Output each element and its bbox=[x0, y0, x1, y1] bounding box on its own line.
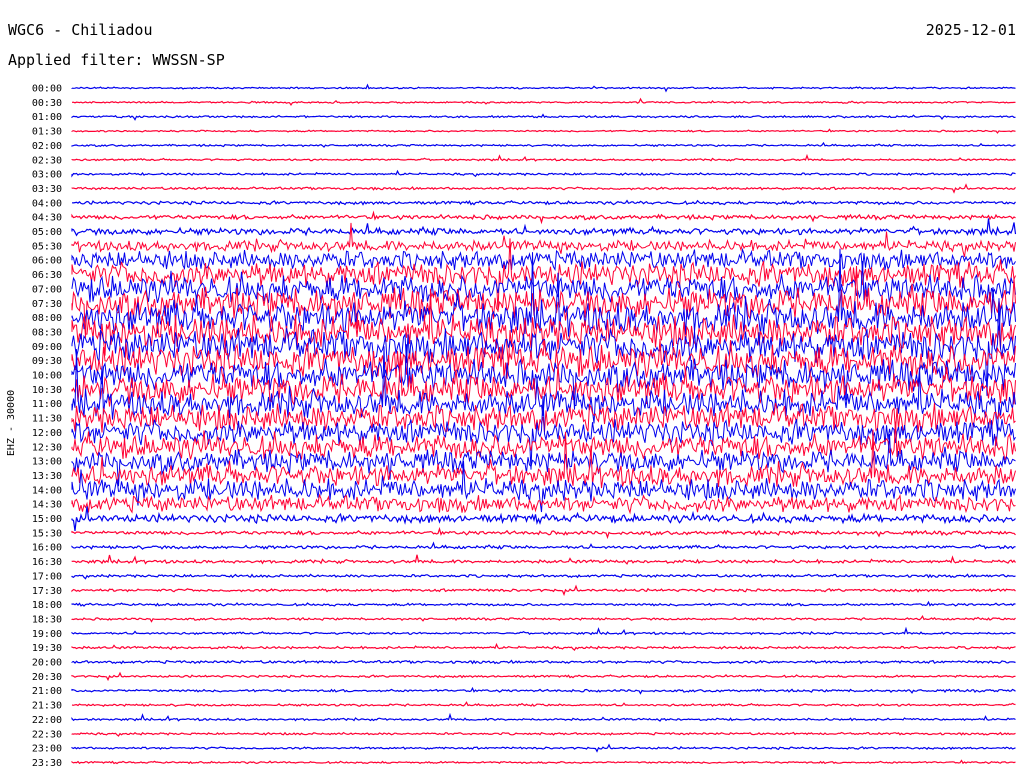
row-label-1700: 17:00 bbox=[32, 571, 62, 582]
trace-row-2100 bbox=[71, 686, 1016, 695]
row-label-0830: 08:30 bbox=[32, 327, 62, 338]
trace-row-0100 bbox=[71, 113, 1016, 121]
row-label-1500: 15:00 bbox=[32, 514, 62, 525]
row-label-0230: 02:30 bbox=[32, 155, 62, 166]
trace-row-1900 bbox=[71, 626, 1016, 636]
row-label-0900: 09:00 bbox=[32, 342, 62, 353]
row-label-1630: 16:30 bbox=[32, 557, 62, 568]
trace-row-0130 bbox=[71, 128, 1016, 134]
trace-row-1530 bbox=[71, 526, 1016, 540]
trace-row-1330 bbox=[71, 429, 1016, 489]
row-label-0030: 00:30 bbox=[32, 98, 62, 109]
trace-row-1700 bbox=[71, 573, 1016, 580]
row-label-0100: 01:00 bbox=[32, 112, 62, 123]
row-label-1830: 18:30 bbox=[32, 614, 62, 625]
trace-row-1500 bbox=[71, 506, 1016, 531]
row-label-1100: 11:00 bbox=[32, 399, 62, 410]
row-label-2330: 23:30 bbox=[32, 758, 62, 769]
row-label-1400: 14:00 bbox=[32, 485, 62, 496]
row-label-0500: 05:00 bbox=[32, 227, 62, 238]
trace-row-2300 bbox=[71, 743, 1016, 753]
trace-row-1830 bbox=[71, 614, 1016, 623]
row-label-0600: 06:00 bbox=[32, 256, 62, 267]
row-label-0000: 00:00 bbox=[32, 84, 62, 95]
trace-row-0400 bbox=[71, 199, 1016, 206]
trace-row-0530 bbox=[71, 222, 1016, 258]
row-label-1900: 19:00 bbox=[32, 629, 62, 640]
trace-row-2030 bbox=[71, 671, 1016, 682]
row-label-0130: 01:30 bbox=[32, 127, 62, 138]
row-label-0700: 07:00 bbox=[32, 284, 62, 295]
trace-layer bbox=[71, 83, 1017, 765]
trace-row-0330 bbox=[71, 183, 1016, 194]
trace-row-2330 bbox=[71, 759, 1016, 765]
row-label-2100: 21:00 bbox=[32, 686, 62, 697]
row-label-0330: 03:30 bbox=[32, 184, 62, 195]
row-label-1430: 14:30 bbox=[32, 500, 62, 511]
trace-row-1630 bbox=[71, 554, 1016, 565]
row-label-0800: 08:00 bbox=[32, 313, 62, 324]
row-label-1300: 13:00 bbox=[32, 457, 62, 468]
row-label-0730: 07:30 bbox=[32, 299, 62, 310]
row-label-1330: 13:30 bbox=[32, 471, 62, 482]
trace-row-1600 bbox=[71, 541, 1016, 550]
row-label-1530: 15:30 bbox=[32, 528, 62, 539]
row-label-0530: 05:30 bbox=[32, 241, 62, 252]
trace-row-0030 bbox=[71, 97, 1016, 106]
row-label-1230: 12:30 bbox=[32, 442, 62, 453]
trace-row-1930 bbox=[71, 642, 1016, 652]
row-label-1930: 19:30 bbox=[32, 643, 62, 654]
trace-row-0230 bbox=[71, 153, 1016, 162]
row-label-1730: 17:30 bbox=[32, 586, 62, 597]
row-label-0200: 02:00 bbox=[32, 141, 62, 152]
trace-row-0000 bbox=[71, 83, 1016, 93]
row-label-1130: 11:30 bbox=[32, 414, 62, 425]
trace-row-0200 bbox=[71, 141, 1016, 148]
trace-row-0430 bbox=[71, 210, 1016, 225]
row-label-2130: 21:30 bbox=[32, 701, 62, 712]
row-label-2030: 20:30 bbox=[32, 672, 62, 683]
trace-row-2230 bbox=[71, 731, 1016, 737]
row-label-2230: 22:30 bbox=[32, 729, 62, 740]
time-label-layer: 00:00 00:30 01:00 01:30 02:00 02:30 03:00 03:30… bbox=[32, 84, 62, 769]
row-label-2200: 22:00 bbox=[32, 715, 62, 726]
trace-row-0600 bbox=[71, 247, 1016, 272]
trace-row-2000 bbox=[71, 659, 1016, 665]
trace-row-1730 bbox=[71, 584, 1016, 597]
row-label-1200: 12:00 bbox=[32, 428, 62, 439]
row-label-0300: 03:00 bbox=[32, 170, 62, 181]
trace-row-0500 bbox=[71, 218, 1017, 237]
row-label-2000: 20:00 bbox=[32, 658, 62, 669]
row-label-1800: 18:00 bbox=[32, 600, 62, 611]
trace-row-1800 bbox=[71, 600, 1016, 607]
trace-row-2200 bbox=[71, 712, 1016, 722]
row-label-1000: 10:00 bbox=[32, 371, 62, 382]
trace-row-1430 bbox=[71, 493, 1016, 515]
row-label-0930: 09:30 bbox=[32, 356, 62, 367]
row-label-1030: 10:30 bbox=[32, 385, 62, 396]
trace-row-0300 bbox=[71, 169, 1016, 178]
trace-row-2130 bbox=[71, 701, 1016, 708]
row-label-1600: 16:00 bbox=[32, 543, 62, 554]
helicorder-plot: 00:00 00:30 01:00 01:30 02:00 02:30 03:00 03:30… bbox=[32, 83, 1017, 769]
row-label-0630: 06:30 bbox=[32, 270, 62, 281]
row-label-0400: 04:00 bbox=[32, 198, 62, 209]
row-label-0430: 04:30 bbox=[32, 213, 62, 224]
row-label-2300: 23:00 bbox=[32, 744, 62, 755]
